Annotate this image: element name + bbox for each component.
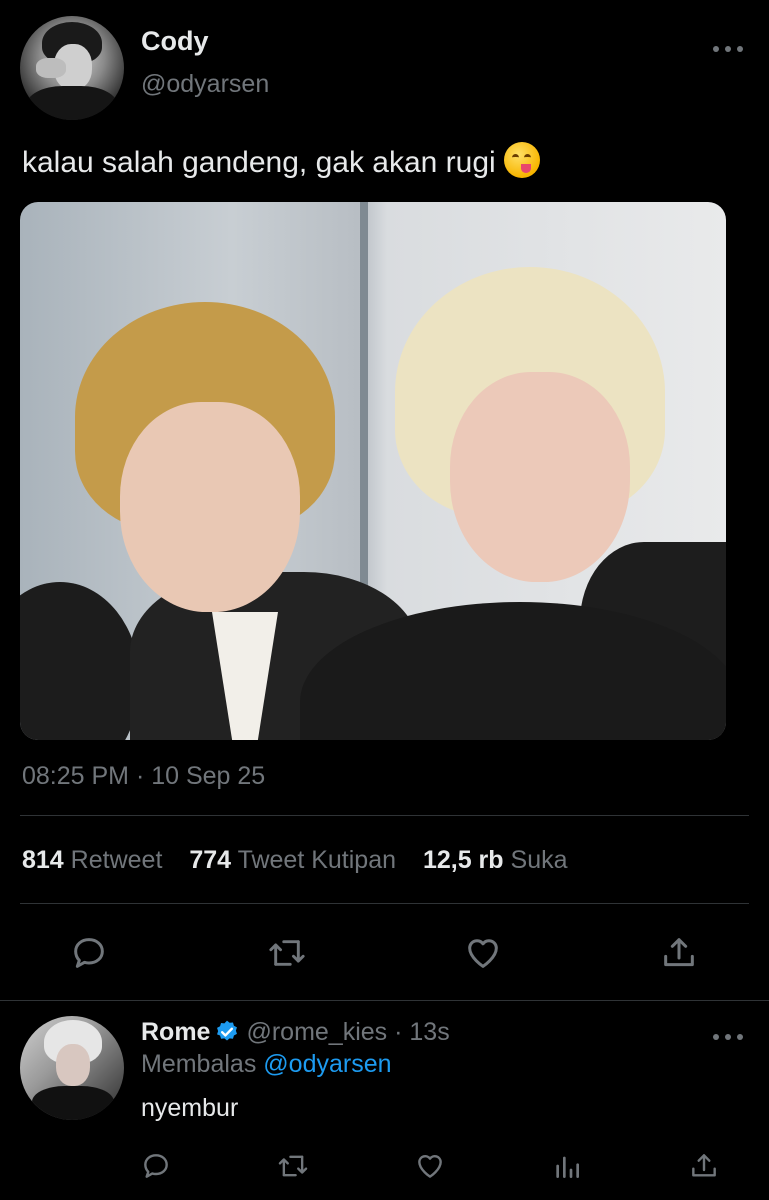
tweet-actions [0,928,769,978]
divider [20,815,749,816]
reply-author-avatar[interactable] [20,1016,124,1120]
tweet-stats: 814 Retweet 774 Tweet Kutipan 12,5 rb Su… [22,846,588,875]
divider [0,1000,769,1001]
retweet-icon[interactable] [262,928,312,978]
tweet-photo[interactable] [20,202,726,740]
quote-count: 774 [189,846,232,874]
tweet-text: kalau salah gandeng, gak akan rugi [22,142,540,180]
verified-badge-icon [214,1019,240,1045]
reply-author-name[interactable]: Rome [141,1018,210,1046]
author-avatar[interactable] [20,16,124,120]
share-icon[interactable] [686,1148,722,1184]
reply-actions [0,1148,769,1184]
reply-icon[interactable] [138,1148,174,1184]
retweet-stat[interactable]: 814 Retweet [22,846,162,874]
yum-face-emoji-icon [503,142,540,178]
more-dots-icon[interactable] [710,1022,746,1054]
quote-label: Tweet Kutipan [237,846,396,874]
retweet-label: Retweet [70,846,163,874]
analytics-icon[interactable] [549,1148,585,1184]
retweet-icon[interactable] [275,1148,311,1184]
quote-stat[interactable]: 774 Tweet Kutipan [189,846,396,874]
reply-author-handle[interactable]: @rome_kies [246,1018,387,1046]
like-heart-icon[interactable] [458,928,508,978]
share-icon[interactable] [654,928,704,978]
author-handle[interactable]: @odyarsen [141,70,269,99]
author-name[interactable]: Cody [141,26,209,57]
reply-text: nyembur [141,1094,239,1122]
like-label: Suka [510,846,568,874]
like-count: 12,5 rb [422,846,504,874]
tweet-text-content: kalau salah gandeng, gak akan rugi [22,146,496,179]
reply-header: Rome @rome_kies · 13s [141,1018,450,1047]
like-stat[interactable]: 12,5 rb Suka [423,846,568,874]
replying-to: Membalas @odyarsen [141,1050,392,1079]
reply-time: · 13s [394,1018,450,1046]
like-heart-icon[interactable] [412,1148,448,1184]
reply-icon[interactable] [64,928,114,978]
replying-label: Membalas [141,1050,257,1078]
more-dots-icon[interactable] [710,34,746,54]
replying-mention-link[interactable]: @odyarsen [263,1050,391,1078]
divider [20,903,749,904]
retweet-count: 814 [22,846,64,874]
tweet-timestamp[interactable]: 08:25 PM · 10 Sep 25 [22,762,265,791]
